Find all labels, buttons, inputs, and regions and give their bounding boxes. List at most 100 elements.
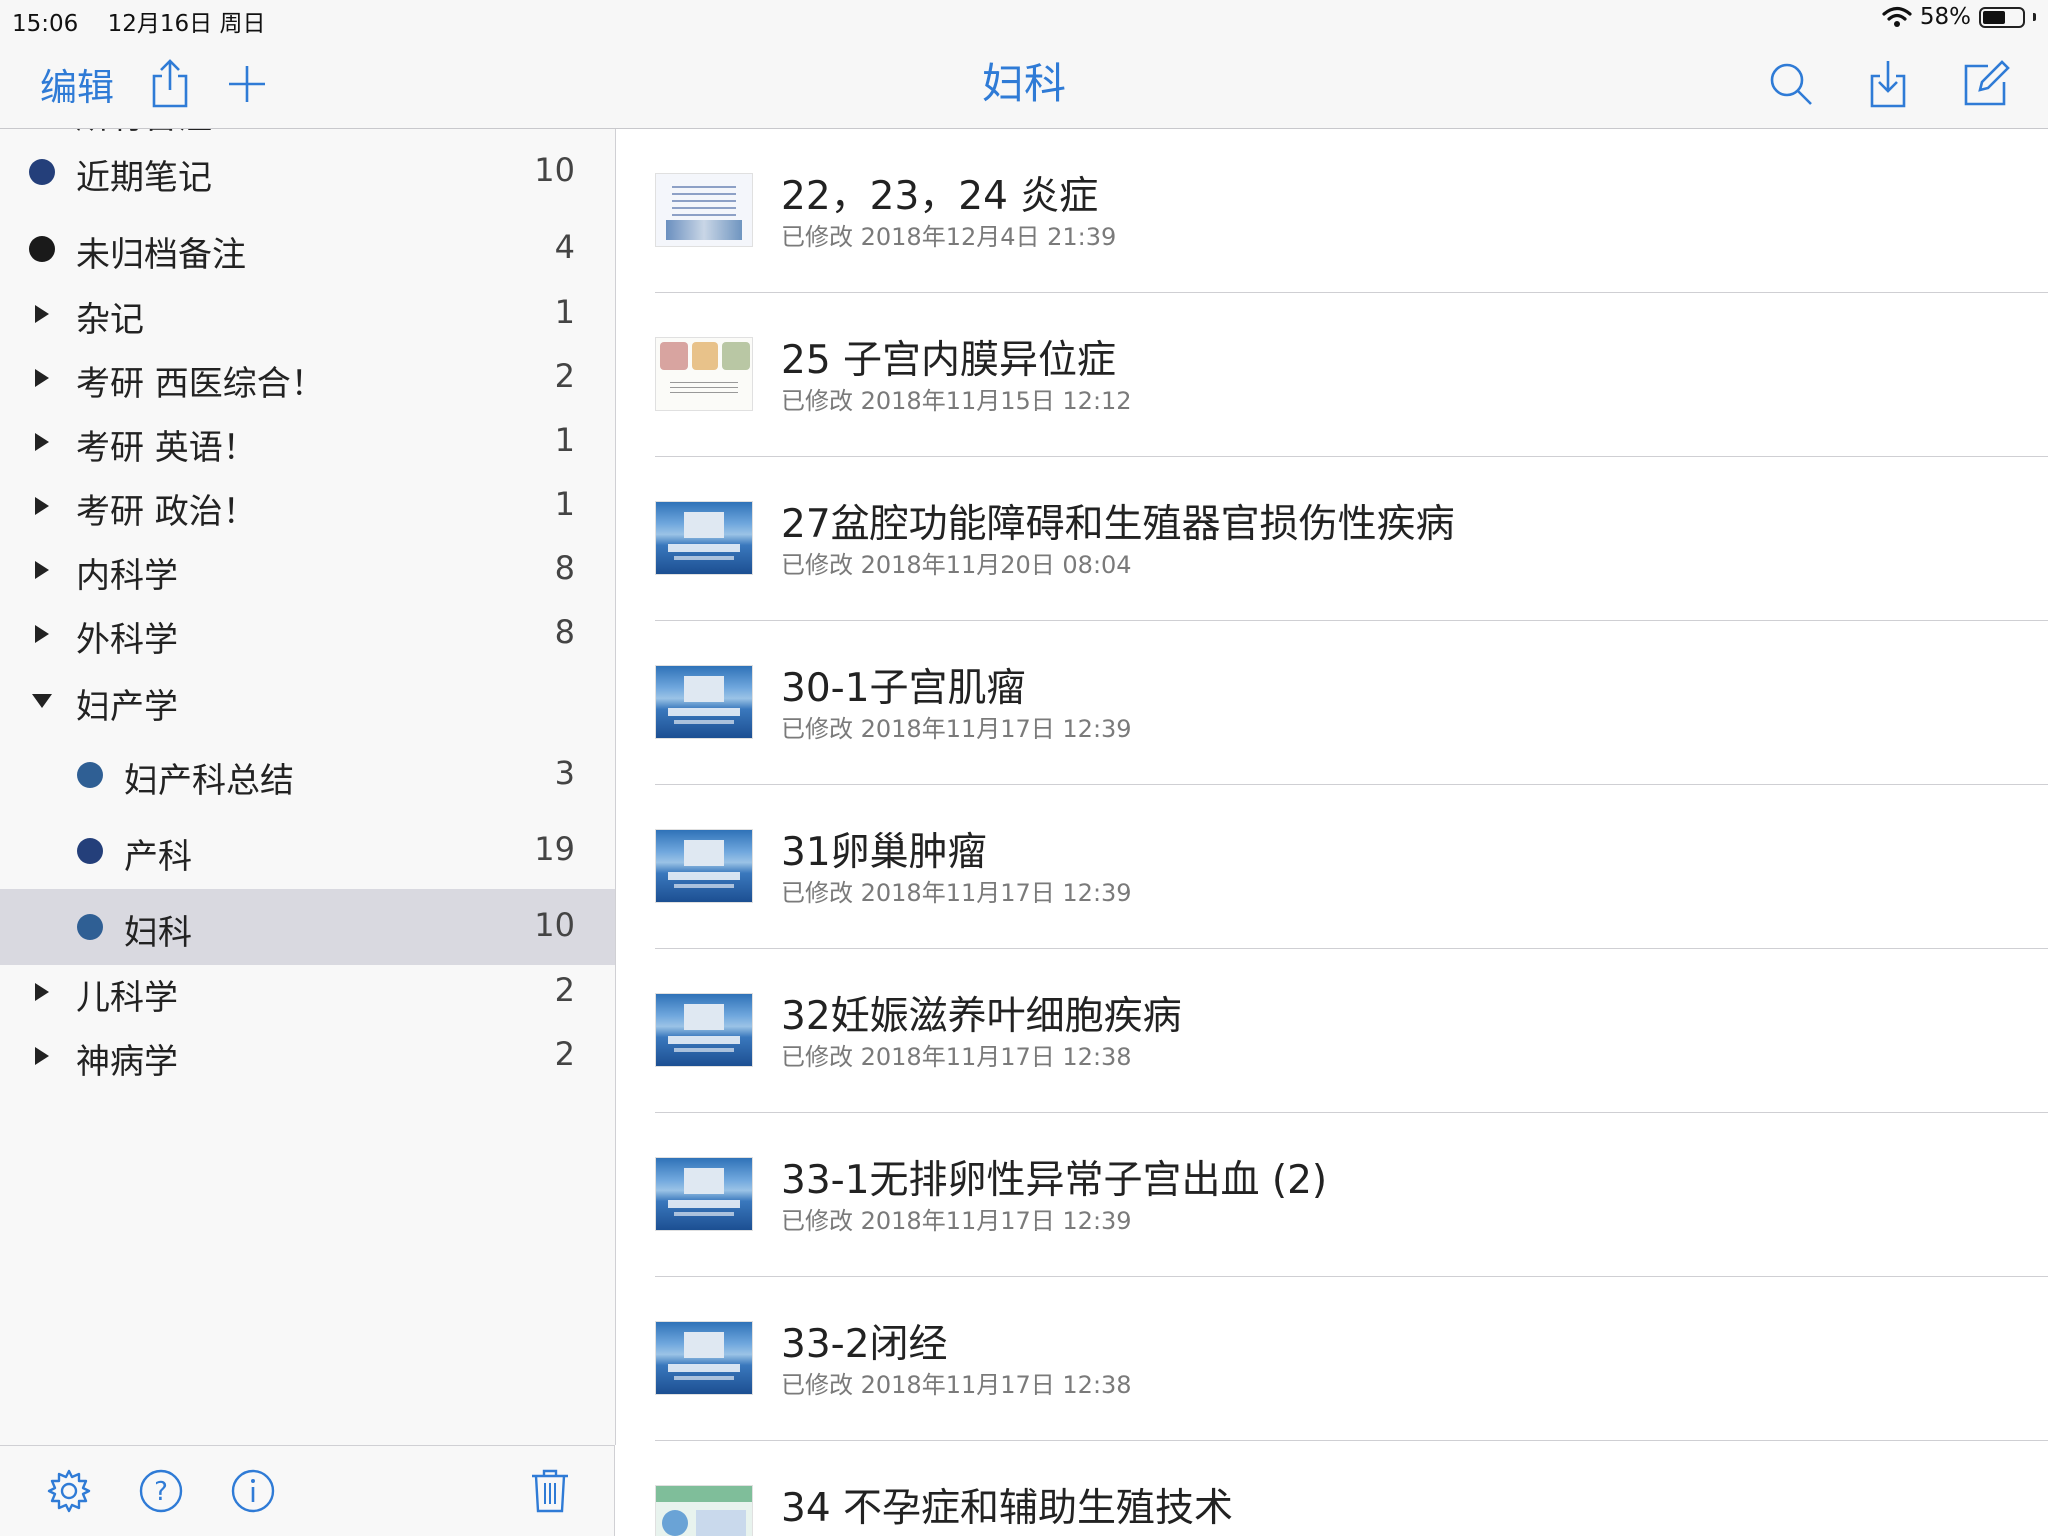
sidebar-item-count: 1 [554, 421, 575, 459]
disclosure-collapsed-icon[interactable] [35, 625, 49, 643]
note-title: 34 不孕症和辅助生殖技术 [781, 1486, 1234, 1531]
compose-icon [1964, 60, 2010, 106]
status-bar: 15:06 12月16日 周日 58% [0, 0, 2048, 40]
note-title: 33-2闭经 [781, 1322, 948, 1367]
sidebar-item[interactable]: 妇科 10 [0, 889, 615, 965]
sidebar-item-count: 19 [534, 830, 575, 868]
share-icon [152, 59, 188, 108]
note-title: 33-1无排卵性异常子宫出血 (2) [781, 1158, 1328, 1203]
sidebar-item-label: 神病学 [76, 1042, 178, 1082]
note-thumbnail [655, 337, 753, 411]
disclosure-collapsed-icon[interactable] [35, 305, 49, 323]
status-date: 12月16日 周日 [107, 11, 266, 37]
status-time: 15:06 [12, 11, 79, 37]
trash-icon [532, 1469, 568, 1513]
status-right: 58% [1882, 4, 2036, 30]
note-list-item[interactable]: 25 子宫内膜异位症 已修改 2018年11月15日 12:12 [616, 293, 2048, 457]
edit-button[interactable]: 编辑 [40, 57, 114, 111]
note-thumbnail [655, 665, 753, 739]
sidebar-item[interactable]: 考研 西医综合！ 2 [0, 346, 615, 410]
svg-text:?: ? [154, 1477, 168, 1507]
battery-icon [1979, 6, 2025, 28]
note-list-item[interactable]: 33-2闭经已修改 2018年11月17日 12:38 [616, 1277, 2048, 1441]
note-modified-date: 已修改 2018年11月17日 12:38 [781, 1043, 1132, 1071]
sidebar-item[interactable]: 神病学 2 [0, 1024, 615, 1088]
note-modified-date: 已修改 2018年11月17日 12:38 [781, 1371, 1132, 1399]
note-list-item[interactable]: 22，23，24 炎症已修改 2018年12月4日 21:39 [616, 129, 2048, 293]
note-list-item[interactable]: 30-1子宫肌瘤 已修改 2018年11月17日 12:39 [616, 621, 2048, 785]
note-title: 22，23，24 炎症 [781, 174, 1099, 219]
add-button[interactable] [226, 63, 268, 105]
sidebar-item-count: 2 [554, 357, 575, 395]
sidebar-item-label: 妇产科总结 [124, 761, 294, 801]
folder-dot-icon [77, 762, 103, 788]
sidebar-item[interactable]: 未归档备注 4 [0, 211, 615, 287]
battery-tip [2033, 13, 2036, 21]
note-thumbnail [655, 993, 753, 1067]
sidebar-item[interactable]: 杂记 1 [0, 282, 615, 346]
battery-fill [1983, 10, 2006, 24]
folder-dot-icon [77, 838, 103, 864]
sidebar-item-label: 近期笔记 [76, 158, 212, 198]
sidebar-item[interactable]: 考研 政治！ 1 [0, 474, 615, 538]
note-list-item[interactable]: 34 不孕症和辅助生殖技术 [616, 1441, 2048, 1536]
note-modified-date: 已修改 2018年11月17日 12:39 [781, 715, 1132, 743]
trash-button[interactable] [530, 1468, 570, 1518]
sidebar-item[interactable]: 近期笔记 10 [0, 134, 615, 210]
sidebar-item-count: 10 [534, 151, 575, 189]
sidebar-item[interactable]: 产科 19 [0, 813, 615, 889]
note-title: 31卵巢肿瘤 [781, 830, 987, 875]
sidebar-item-count: 1 [554, 485, 575, 523]
disclosure-collapsed-icon[interactable] [35, 433, 49, 451]
page-title: 妇科 [981, 59, 1066, 108]
note-list[interactable]: 22，23，24 炎症 已修改 2018年12月4日 21:39 25 子宫内膜异位… [616, 129, 2048, 1536]
sidebar-item[interactable]: 妇产科总结 3 [0, 737, 615, 813]
sidebar-item[interactable]: 儿科学 2 [0, 960, 615, 1024]
sidebar-item-label: 考研 英语！ [76, 428, 257, 468]
note-modified-date: 已修改 2018年11月17日 12:39 [781, 1207, 1132, 1235]
disclosure-expanded-icon[interactable] [32, 694, 52, 708]
share-button[interactable] [148, 58, 192, 110]
help-button[interactable]: ? [138, 1468, 184, 1518]
info-button[interactable] [230, 1468, 276, 1518]
sidebar-item[interactable]: 妇产学 [0, 666, 615, 736]
sidebar-item-label: 儿科学 [76, 978, 178, 1018]
settings-button[interactable] [46, 1468, 92, 1518]
sidebar-item-label: 妇科 [124, 913, 192, 953]
disclosure-collapsed-icon[interactable] [35, 1047, 49, 1065]
download-icon [1870, 61, 1906, 108]
gear-icon [47, 1469, 91, 1513]
note-modified-date: 已修改 2018年11月20日 08:04 [781, 551, 1132, 579]
disclosure-collapsed-icon[interactable] [35, 497, 49, 515]
note-modified-date: 已修改 2018年12月4日 21:39 [781, 223, 1117, 251]
compose-button[interactable] [1962, 60, 2010, 108]
sidebar-item-label: 妇产学 [76, 687, 178, 727]
note-thumbnail [655, 501, 753, 575]
sidebar-item-count: 3 [554, 754, 575, 792]
sidebar[interactable]: 所有备注280近期笔记10未归档备注4杂记1考研 西医综合！2考研 英语！1考研… [0, 129, 616, 1445]
sidebar-item[interactable]: 内科学 8 [0, 538, 615, 602]
sidebar-item-count: 2 [554, 1035, 575, 1073]
wifi-icon [1882, 6, 1912, 27]
note-thumbnail [655, 1485, 753, 1536]
sidebar-item[interactable]: 考研 英语！ 1 [0, 410, 615, 474]
folder-dot-icon [29, 236, 55, 262]
sidebar-item-count: 8 [554, 549, 575, 587]
import-button[interactable] [1866, 58, 1910, 110]
folder-dot-icon [77, 914, 103, 940]
disclosure-collapsed-icon[interactable] [35, 561, 49, 579]
note-list-item[interactable]: 31卵巢肿瘤 已修改 2018年11月17日 12:39 [616, 785, 2048, 949]
note-thumbnail [655, 173, 753, 247]
sidebar-item-label: 考研 政治！ [76, 492, 257, 532]
sidebar-item-count: 8 [554, 613, 575, 651]
search-button[interactable] [1768, 61, 1814, 107]
note-list-item[interactable]: 27盆腔功能障碍和生殖器官损伤性疾病已修改 2018年11月20日 08:04 [616, 457, 2048, 621]
note-list-item[interactable]: 32妊娠滋养叶细胞疾病 已修改 2018年11月17日 12:38 [616, 949, 2048, 1113]
info-icon [231, 1469, 275, 1513]
note-title: 25 子宫内膜异位症 [781, 338, 1117, 383]
disclosure-collapsed-icon[interactable] [35, 369, 49, 387]
note-list-item[interactable]: 33-1无排卵性异常子宫出血 (2) 已修改 2018年11月17日 12:39 [616, 1113, 2048, 1277]
note-title: 27盆腔功能障碍和生殖器官损伤性疾病 [781, 502, 1455, 547]
sidebar-item[interactable]: 外科学 8 [0, 602, 615, 666]
disclosure-collapsed-icon[interactable] [35, 983, 49, 1001]
